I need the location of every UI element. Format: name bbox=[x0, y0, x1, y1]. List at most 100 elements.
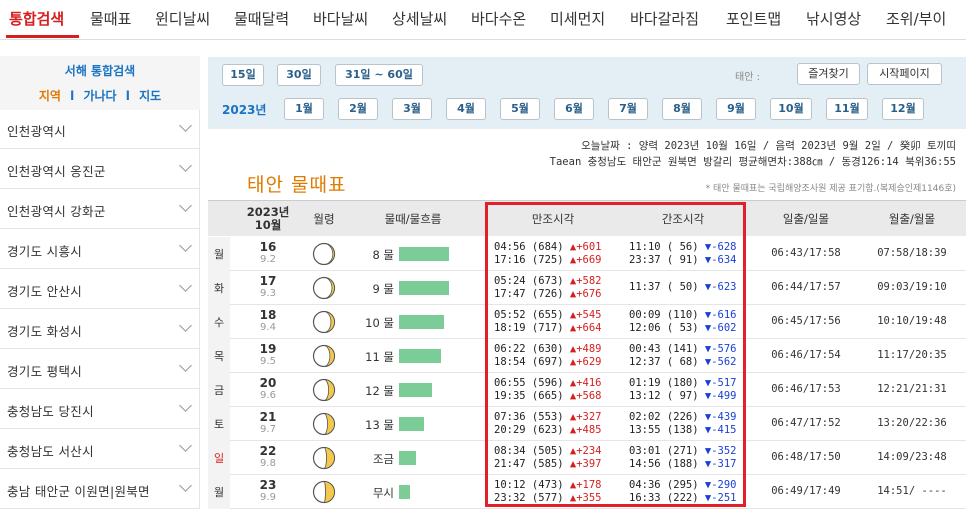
moon-phase-icon bbox=[312, 412, 336, 436]
month-button-2[interactable]: 2월 bbox=[338, 98, 378, 120]
chevron-down-icon bbox=[179, 279, 192, 292]
month-button-9[interactable]: 9월 bbox=[716, 98, 756, 120]
lunar-date: 9.4 bbox=[260, 322, 276, 333]
tab-integrated-search[interactable]: 통합검색 bbox=[9, 8, 64, 29]
month-button-12[interactable]: 12월 bbox=[882, 98, 924, 120]
low-tide-diff: ▼-251 bbox=[704, 492, 737, 504]
range-31-60-days-button[interactable]: 31일 ~ 60일 bbox=[335, 64, 423, 86]
moon-phase-svg bbox=[312, 242, 336, 266]
chevron-down-icon bbox=[179, 319, 192, 332]
subtab-alphabetical[interactable]: 가나다 bbox=[83, 89, 116, 103]
tide-flow-bar bbox=[399, 349, 441, 363]
low-tide-diff: ▼-576 bbox=[704, 343, 737, 355]
table-row: 월 16 9.2 8 물 04:56 (684) ▲+601 17:16 (725) ▲+… bbox=[208, 237, 966, 271]
sidebar-item-region[interactable]: 충남 태안군 이원면|원북면 bbox=[0, 469, 200, 509]
header-high-tide: 만조시각 bbox=[531, 211, 575, 226]
high-tide-2: 21:47 (585) ▲+397 bbox=[494, 458, 601, 472]
header-sunrise-sunset: 일출/일몰 bbox=[782, 211, 830, 226]
day-number: 20 bbox=[259, 376, 277, 390]
tide-flow-bar bbox=[399, 383, 432, 397]
sidebar: 서해 통합검색 지역 l 가나다 l 지도 인천광역시 인천광역시 옹진군 인천… bbox=[0, 56, 200, 509]
tab-tide-table[interactable]: 물때표 bbox=[90, 8, 131, 29]
sidebar-item-region[interactable]: 인천광역시 강화군 bbox=[0, 189, 200, 229]
low-tide-time: 13:55 (138) bbox=[629, 424, 699, 436]
sidebar-item-region[interactable]: 경기도 안산시 bbox=[0, 269, 200, 309]
subtab-region[interactable]: 지역 bbox=[39, 89, 61, 103]
high-tide-diff: ▲+629 bbox=[569, 356, 602, 368]
moon-phase-icon bbox=[312, 276, 336, 300]
sidebar-item-region[interactable]: 경기도 화성시 bbox=[0, 309, 200, 349]
high-tide-time: 06:22 (630) bbox=[494, 343, 564, 355]
range-30-days-button[interactable]: 30일 bbox=[277, 64, 321, 86]
high-tide-1: 06:22 (630) ▲+489 bbox=[494, 343, 601, 357]
tab-sea-weather[interactable]: 바다날씨 bbox=[313, 8, 368, 29]
month-button-5[interactable]: 5월 bbox=[500, 98, 540, 120]
month-button-3[interactable]: 3월 bbox=[392, 98, 432, 120]
lunar-date: 9.2 bbox=[260, 254, 276, 265]
low-tide-1: 04:36 (295) ▼-290 bbox=[629, 479, 736, 493]
lunar-date: 9.6 bbox=[260, 390, 276, 401]
high-tide-time: 05:24 (673) bbox=[494, 275, 564, 287]
month-button-8[interactable]: 8월 bbox=[662, 98, 702, 120]
sidebar-item-region[interactable]: 충청남도 당진시 bbox=[0, 389, 200, 429]
sunrise-sunset: 06:46/17:53 bbox=[771, 383, 841, 395]
low-tide-2: 23:37 ( 91) ▼-634 bbox=[629, 254, 736, 268]
month-button-11[interactable]: 11월 bbox=[826, 98, 868, 120]
sunrise-sunset: 06:45/17:56 bbox=[771, 315, 841, 327]
low-tide-diff: ▼-602 bbox=[704, 322, 737, 334]
tab-fishing-video[interactable]: 낚시영상 bbox=[806, 8, 861, 29]
moonrise-moonset: 13:20/22:36 bbox=[877, 417, 947, 429]
tab-windy-weather[interactable]: 윈디날씨 bbox=[155, 8, 210, 29]
moonrise-moonset: 07:58/18:39 bbox=[877, 247, 947, 259]
low-tide-diff: ▼-317 bbox=[704, 458, 737, 470]
moonrise-moonset: 12:21/21:31 bbox=[877, 383, 947, 395]
homepage-button[interactable]: 시작페이지 bbox=[867, 63, 942, 85]
tide-flow-bar bbox=[399, 485, 410, 499]
range-15-days-button[interactable]: 15일 bbox=[222, 64, 264, 86]
tab-point-map[interactable]: 포인트맵 bbox=[726, 8, 781, 29]
sidebar-item-label: 경기도 시흥시 bbox=[7, 244, 83, 259]
moon-phase-svg bbox=[312, 276, 336, 300]
sidebar-item-region[interactable]: 경기도 시흥시 bbox=[0, 229, 200, 269]
chevron-down-icon bbox=[179, 199, 192, 212]
low-tide-diff: ▼-439 bbox=[704, 411, 737, 423]
high-tide-diff: ▲+582 bbox=[569, 275, 602, 287]
low-tide-time: 03:01 (271) bbox=[629, 445, 699, 457]
sidebar-item-region[interactable]: 경기도 평택시 bbox=[0, 349, 200, 389]
tab-tide-buoy[interactable]: 조위/부이 bbox=[886, 8, 946, 29]
weekday: 수 bbox=[208, 305, 230, 339]
tab-tide-calendar[interactable]: 물때달력 bbox=[234, 8, 289, 29]
tab-detailed-weather[interactable]: 상세날씨 bbox=[392, 8, 447, 29]
month-button-7[interactable]: 7월 bbox=[608, 98, 648, 120]
high-tide-1: 08:34 (505) ▲+234 bbox=[494, 445, 601, 459]
tide-name: 9 물 bbox=[372, 282, 394, 296]
table-row: 수 18 9.4 10 물 05:52 (655) ▲+545 18:19 (717) ▲… bbox=[208, 305, 966, 339]
tab-sea-temperature[interactable]: 바다수온 bbox=[471, 8, 526, 29]
month-button-6[interactable]: 6월 bbox=[554, 98, 594, 120]
lunar-date: 9.3 bbox=[260, 288, 276, 299]
day-number: 16 bbox=[259, 240, 277, 254]
sidebar-item-region[interactable]: 충청남도 서산시 bbox=[0, 429, 200, 469]
page-title: 태안 물때표 bbox=[247, 174, 347, 196]
low-tide-time: 00:09 (110) bbox=[629, 309, 699, 321]
tab-sea-parting[interactable]: 바다갈라짐 bbox=[630, 8, 699, 29]
sunrise-sunset: 06:47/17:52 bbox=[771, 417, 841, 429]
sidebar-item-region[interactable]: 인천광역시 옹진군 bbox=[0, 149, 200, 189]
high-tide-time: 04:56 (684) bbox=[494, 241, 564, 253]
favorite-button[interactable]: 즐겨찾기 bbox=[797, 63, 860, 85]
low-tide-diff: ▼-616 bbox=[704, 309, 737, 321]
month-button-4[interactable]: 4월 bbox=[446, 98, 486, 120]
month-button-1[interactable]: 1월 bbox=[284, 98, 324, 120]
month-button-10[interactable]: 10월 bbox=[770, 98, 812, 120]
header-low-tide: 간조시각 bbox=[661, 211, 705, 226]
day-number: 21 bbox=[259, 410, 277, 424]
high-tide-time: 17:47 (726) bbox=[494, 288, 564, 300]
high-tide-2: 18:54 (697) ▲+629 bbox=[494, 356, 601, 370]
sidebar-item-region[interactable]: 인천광역시 bbox=[0, 109, 200, 149]
high-tide-time: 05:52 (655) bbox=[494, 309, 564, 321]
sidebar-item-label: 경기도 화성시 bbox=[7, 324, 83, 339]
tab-fine-dust[interactable]: 미세먼지 bbox=[550, 8, 605, 29]
day-number: 23 bbox=[259, 478, 277, 492]
header-moonrise-moonset: 월출/월몰 bbox=[888, 211, 936, 226]
subtab-map[interactable]: 지도 bbox=[139, 89, 161, 103]
